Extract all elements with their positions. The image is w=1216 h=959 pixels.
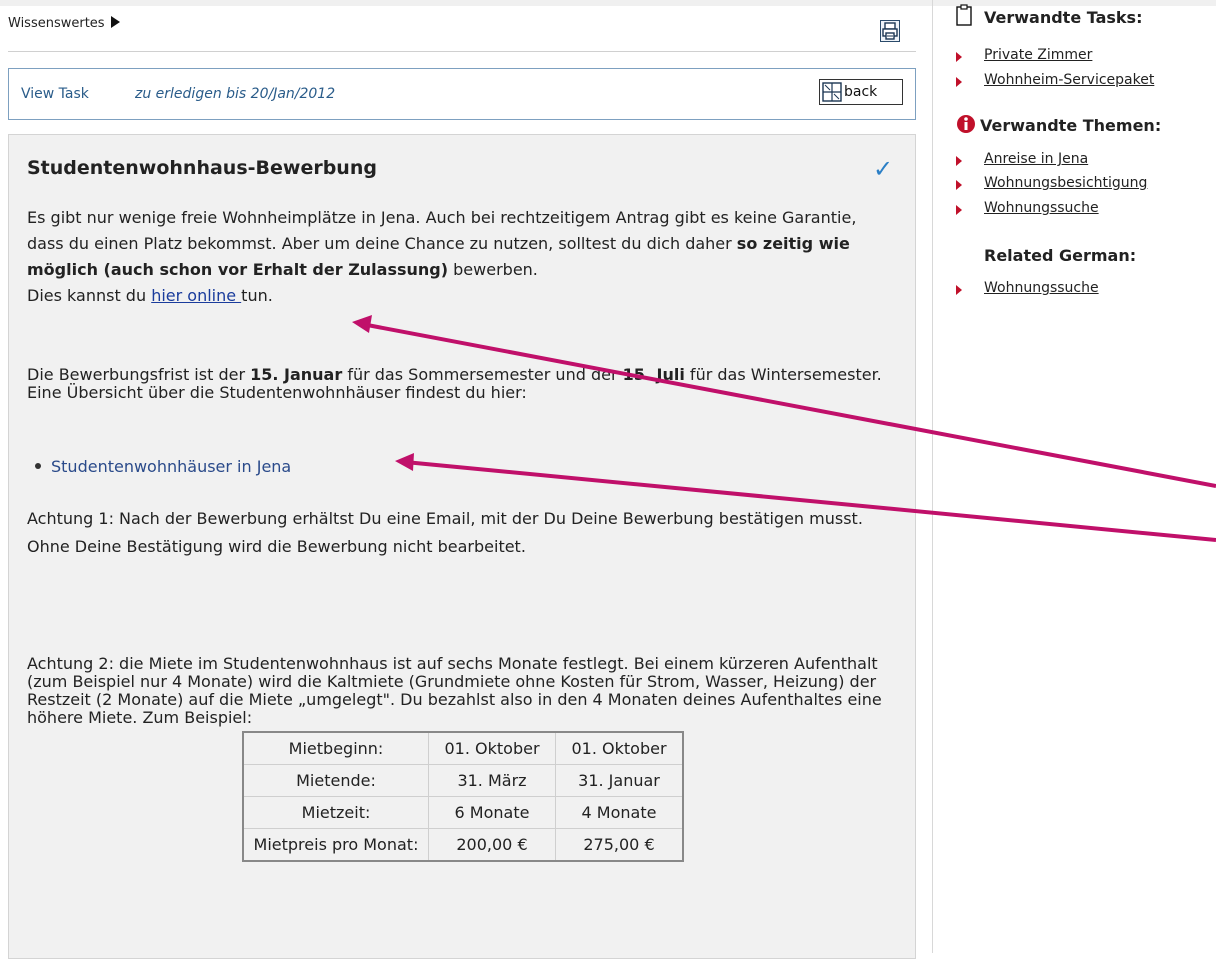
residences-link[interactable]: Studentenwohnhäuser in Jena <box>51 457 291 476</box>
deadline-date-2: 15. Juli <box>622 365 685 384</box>
bullet-arrow-icon <box>956 180 962 190</box>
bullet-arrow-icon <box>956 77 962 87</box>
table-cell: 01. Oktober <box>428 731 556 765</box>
task-header: View Task zu erledigen bis 20/Jan/2012 b… <box>8 68 916 120</box>
intro-text-end: bewerben. <box>448 260 538 279</box>
back-button[interactable]: back <box>819 79 903 105</box>
intro-paragraph: Es gibt nur wenige freie Wohnheimplätze … <box>27 205 897 309</box>
table-row: Mietende: 31. März 31. Januar <box>242 764 684 797</box>
table-cell: 200,00 € <box>428 828 556 862</box>
deadline-text: Die Bewerbungsfrist ist der <box>27 365 251 384</box>
rent-table: Mietbeginn: 01. Oktober 01. Oktober Mietend… <box>242 731 684 862</box>
sidebar-item-wohnungssuche[interactable]: Wohnungssuche <box>984 200 1099 216</box>
task-title: Studentenwohnhaus-Bewerbung <box>27 157 377 179</box>
clipboard-icon <box>956 4 972 26</box>
table-cell: 6 Monate <box>428 796 556 829</box>
intro-text: Es gibt nur wenige freie Wohnheimplätze … <box>27 208 857 253</box>
table-cell: 01. Oktober <box>555 731 684 765</box>
sidebar-divider <box>932 0 933 953</box>
sidebar-item-private-zimmer[interactable]: Private Zimmer <box>984 47 1092 63</box>
table-row: Mietzeit: 6 Monate 4 Monate <box>242 796 684 829</box>
info-icon <box>957 115 975 133</box>
breadcrumb-label[interactable]: Wissenswertes <box>8 16 105 31</box>
due-date-label: zu erledigen bis 20/Jan/2012 <box>135 86 336 102</box>
bullet-icon <box>35 463 41 469</box>
divider-line <box>8 51 916 52</box>
main-panel: Wissenswertes View Task zu erledigen bis… <box>0 6 918 959</box>
online-text: Dies kannst du <box>27 286 152 305</box>
play-arrow-icon <box>110 16 120 28</box>
sidebar-item-wohnungsbesichtigung[interactable]: Wohnungsbesichtigung <box>984 175 1147 191</box>
note-1: Achtung 1: Nach der Bewerbung erhältst D… <box>27 509 863 556</box>
apply-online-link[interactable]: hier online <box>151 286 241 305</box>
sidebar-item-anreise[interactable]: Anreise in Jena <box>984 151 1088 167</box>
related-tasks-heading: Verwandte Tasks: <box>984 8 1143 27</box>
related-german-heading: Related German: <box>984 246 1137 265</box>
print-button[interactable] <box>880 20 900 42</box>
table-cell: 4 Monate <box>555 796 684 829</box>
online-text-end: tun. <box>241 286 273 305</box>
back-button-label: back <box>844 84 878 100</box>
deadline-text-end: für das Wintersemester. <box>684 365 882 384</box>
list-item: Studentenwohnhäuser in Jena <box>35 457 291 476</box>
table-row-label: Mietbeginn: <box>242 731 429 765</box>
view-task-label: View Task <box>21 86 89 102</box>
bullet-arrow-icon <box>956 285 962 295</box>
deadline-text-mid: für das Sommersemester und der <box>342 365 623 384</box>
bullet-arrow-icon <box>956 205 962 215</box>
deadline-paragraph: Die Bewerbungsfrist ist der 15. Januar f… <box>27 366 897 402</box>
sidebar-item-german-wohnungssuche[interactable]: Wohnungssuche <box>984 280 1099 296</box>
task-content: Studentenwohnhaus-Bewerbung ✓ Es gibt nu… <box>8 134 916 959</box>
table-cell: 31. Januar <box>555 764 684 797</box>
table-row-label: Mietpreis pro Monat: <box>242 828 429 862</box>
table-row-label: Mietende: <box>242 764 429 797</box>
grid-back-icon <box>822 82 842 102</box>
printer-icon <box>882 22 898 40</box>
table-cell: 31. März <box>428 764 556 797</box>
related-topics-heading: Verwandte Themen: <box>980 116 1162 135</box>
overview-text: Eine Übersicht über die Studentenwohnhäu… <box>27 383 527 402</box>
breadcrumb[interactable]: Wissenswertes <box>8 16 120 31</box>
bullet-arrow-icon <box>956 52 962 62</box>
deadline-date-1: 15. Januar <box>250 365 343 384</box>
bullet-arrow-icon <box>956 156 962 166</box>
table-row: Mietpreis pro Monat: 200,00 €275,00 € <box>242 828 684 862</box>
note-2: Achtung 2: die Miete im Studentenwohnhau… <box>27 654 882 727</box>
table-cell: 275,00 € <box>555 828 684 862</box>
table-row-label: Mietzeit: <box>242 796 429 829</box>
checkmark-icon[interactable]: ✓ <box>873 155 893 183</box>
table-row: Mietbeginn: 01. Oktober 01. Oktober <box>242 731 684 765</box>
sidebar-item-wohnheim-servicepaket[interactable]: Wohnheim-Servicepaket <box>984 72 1154 88</box>
